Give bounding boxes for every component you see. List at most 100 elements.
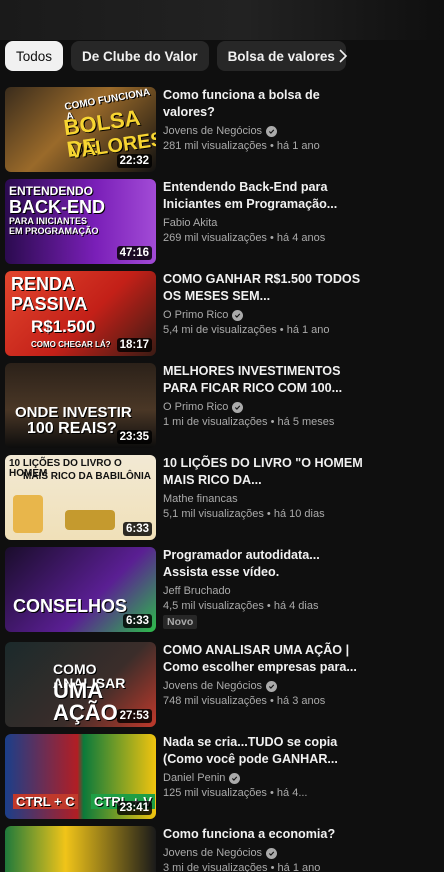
- video-thumbnail[interactable]: RENDA PASSIVA R$1.500 COMO CHEGAR LÁ? 18…: [5, 271, 156, 356]
- view-count: 748 mil visualizações: [163, 695, 267, 707]
- video-duration: 23:35: [116, 430, 152, 444]
- upload-age: há 5 meses: [277, 416, 335, 428]
- video-duration: 27:53: [116, 709, 152, 723]
- thumbnail-text: R$1.500: [31, 317, 96, 336]
- video-duration: 22:32: [116, 154, 152, 168]
- verified-icon: [266, 847, 278, 859]
- video-item[interactable]: RENDA PASSIVA R$1.500 COMO CHEGAR LÁ? 18…: [5, 271, 405, 357]
- upload-age: há 4...: [276, 787, 308, 799]
- upload-age: há 4 anos: [276, 232, 326, 244]
- thumbnail-text: MAIS RICO DA BABILÔNIA: [23, 471, 151, 482]
- verified-icon: [232, 309, 244, 321]
- video-stats: 5,4 mi de visualizações • há 1 ano: [163, 324, 330, 336]
- video-thumbnail[interactable]: ENTENDENDO BACK-END PARA INICIANTES EM P…: [5, 179, 156, 264]
- video-title[interactable]: 10 LIÇÕES DO LIVRO "O HOMEM MAIS RICO DA…: [163, 455, 363, 489]
- chip-todos[interactable]: Todos: [5, 41, 64, 71]
- view-count: 5,4 mi de visualizações: [163, 324, 277, 336]
- video-thumbnail[interactable]: CTRL + C CTRL + V 23:41: [5, 734, 156, 819]
- video-item[interactable]: 10 LIÇÕES DO LIVRO O HOMEM MAIS RICO DA …: [5, 455, 405, 541]
- video-duration: 6:33: [122, 614, 152, 628]
- upload-age: há 10 dias: [273, 508, 325, 520]
- upload-age: há 4 dias: [273, 600, 319, 612]
- view-count: 3 mi de visualizações: [163, 862, 268, 872]
- video-duration: 18:17: [116, 338, 152, 352]
- filter-chips-bar: Todos De Clube do Valor Bolsa de valores: [5, 41, 444, 71]
- thumbnail-text: ENTENDENDO: [9, 184, 94, 198]
- upload-age: há 3 anos: [276, 695, 326, 707]
- channel-name[interactable]: O Primo Rico: [163, 401, 363, 413]
- video-thumbnail[interactable]: CONSELHOS 6:33: [5, 547, 156, 632]
- video-item[interactable]: ONDE INVESTIR 100 REAIS? 23:35 MELHORES …: [5, 363, 405, 449]
- video-thumbnail[interactable]: COMO ANALISAR UMA AÇÃO 27:53: [5, 642, 156, 727]
- video-item[interactable]: COMO ANALISAR UMA AÇÃO 27:53 COMO ANALIS…: [5, 642, 405, 728]
- channel-name-text: Jovens de Negócios: [163, 680, 263, 692]
- upload-age: há 1 ano: [286, 324, 330, 336]
- video-item[interactable]: CONSELHOS 6:33 Programador autodidata...…: [5, 547, 405, 633]
- video-title[interactable]: Programador autodidata... Assista esse v…: [163, 547, 363, 581]
- channel-name[interactable]: Fabio Akita: [163, 217, 363, 229]
- video-stats: 125 mil visualizações • há 4...: [163, 787, 308, 799]
- video-thumbnail[interactable]: [5, 826, 156, 872]
- channel-name-text: O Primo Rico: [163, 309, 229, 321]
- new-badge: Novo: [163, 615, 198, 629]
- chip-bolsa-de-valores[interactable]: Bolsa de valores: [216, 41, 346, 71]
- channel-name-text: Fabio Akita: [163, 217, 218, 229]
- verified-icon: [232, 401, 244, 413]
- video-stats: 3 mi de visualizações • há 1 ano: [163, 862, 321, 872]
- thumbnail-text: ONDE INVESTIR: [15, 404, 132, 421]
- video-duration: 6:33: [122, 522, 152, 536]
- video-duration: 23:41: [116, 801, 152, 815]
- channel-name[interactable]: Jovens de Negócios: [163, 680, 363, 692]
- video-item[interactable]: ENTENDENDO BACK-END PARA INICIANTES EM P…: [5, 179, 405, 265]
- video-stats: 269 mil visualizações • há 4 anos: [163, 232, 326, 244]
- chevron-right-icon: [339, 49, 348, 63]
- video-stats: 281 mil visualizações • há 1 ano: [163, 140, 320, 152]
- channel-name-text: Daniel Penin: [163, 772, 226, 784]
- view-count: 5,1 mil visualizações: [163, 508, 264, 520]
- video-title[interactable]: Nada se cria...TUDO se copia (Como você …: [163, 734, 363, 768]
- video-stats: 748 mil visualizações • há 3 anos: [163, 695, 326, 707]
- video-item[interactable]: COMO FUNCIONA A BOLSA DE VALORES? 22:32 …: [5, 87, 405, 173]
- channel-name[interactable]: O Primo Rico: [163, 309, 363, 321]
- channel-name-text: Jovens de Negócios: [163, 847, 263, 859]
- channel-name-text: Jeff Bruchado: [163, 585, 231, 597]
- view-count: 1 mi de visualizações: [163, 416, 268, 428]
- view-count: 269 mil visualizações: [163, 232, 267, 244]
- view-count: 125 mil visualizações: [163, 787, 267, 799]
- upload-age: há 1 ano: [276, 140, 320, 152]
- video-title[interactable]: COMO GANHAR R$1.500 TODOS OS MESES SEM..…: [163, 271, 363, 305]
- channel-name[interactable]: Jovens de Negócios: [163, 847, 363, 859]
- chip-clube-do-valor[interactable]: De Clube do Valor: [71, 41, 209, 71]
- thumbnail-text: COMO CHEGAR LÁ?: [31, 340, 111, 349]
- video-thumbnail[interactable]: 10 LIÇÕES DO LIVRO O HOMEM MAIS RICO DA …: [5, 455, 156, 540]
- video-thumbnail[interactable]: ONDE INVESTIR 100 REAIS? 23:35: [5, 363, 156, 448]
- video-title[interactable]: Como funciona a economia?: [163, 826, 363, 843]
- view-count: 4,5 mil visualizações: [163, 600, 264, 612]
- video-title[interactable]: Como funciona a bolsa de valores?: [163, 87, 363, 121]
- channel-name-text: Jovens de Negócios: [163, 125, 263, 137]
- thumbnail-text: CONSELHOS: [13, 596, 128, 616]
- verified-icon: [266, 125, 278, 137]
- thumbnail-text: PASSIVA: [11, 294, 88, 314]
- video-item[interactable]: CTRL + C CTRL + V 23:41 Nada se cria...T…: [5, 734, 405, 820]
- verified-icon: [266, 680, 278, 692]
- chips-next-button[interactable]: [328, 41, 358, 71]
- channel-name[interactable]: Jovens de Negócios: [163, 125, 363, 137]
- video-item[interactable]: Como funciona a economia? Jovens de Negó…: [5, 826, 405, 872]
- video-title[interactable]: MELHORES INVESTIMENTOS PARA FICAR RICO C…: [163, 363, 363, 397]
- video-stats: 1 mi de visualizações • há 5 meses: [163, 416, 335, 428]
- view-count: 281 mil visualizações: [163, 140, 267, 152]
- video-title[interactable]: Entendendo Back-End para Iniciantes em P…: [163, 179, 363, 213]
- channel-name[interactable]: Jeff Bruchado: [163, 585, 363, 597]
- video-title[interactable]: COMO ANALISAR UMA AÇÃO | Como escolher e…: [163, 642, 363, 676]
- channel-name[interactable]: Mathe financas: [163, 493, 363, 505]
- top-bar-fade: [0, 0, 444, 40]
- thumbnail-text: PARA INICIANTES: [9, 216, 88, 226]
- king-illustration: [13, 495, 43, 533]
- video-thumbnail[interactable]: COMO FUNCIONA A BOLSA DE VALORES? 22:32: [5, 87, 156, 172]
- upload-age: há 1 ano: [277, 862, 321, 872]
- video-duration: 47:16: [116, 246, 152, 260]
- coins-illustration: [65, 510, 115, 530]
- video-stats: 4,5 mil visualizações • há 4 dias: [163, 600, 319, 612]
- channel-name[interactable]: Daniel Penin: [163, 772, 363, 784]
